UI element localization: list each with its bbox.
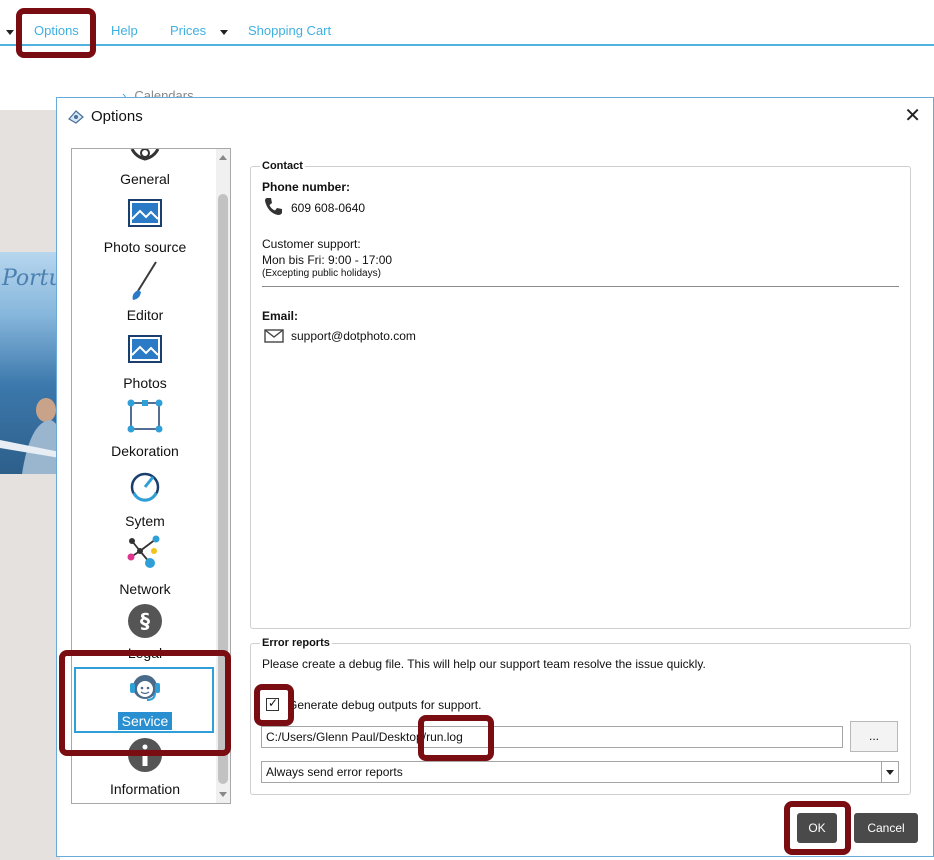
close-icon: ✕ [904,105,921,127]
background-photo: Portu [0,252,63,474]
highlight-options-menu [16,8,96,58]
contact-divider [262,286,899,287]
highlight-service-item [59,650,231,756]
svg-text:§: § [140,609,150,633]
sidebar-label: Editor [126,307,164,323]
support-hours: Mon bis Fri: 9:00 - 17:00 [262,253,393,267]
phone-number: 609 608-0640 [291,201,366,215]
brush-icon [132,261,157,300]
error-reports-description: Please create a debug file. This will he… [262,657,706,671]
highlight-run-log [418,715,494,761]
options-dialog: Options ✕ General Photo source Editor Ph… [56,97,934,857]
sidebar-item-sytem[interactable]: Sytem [72,469,218,531]
contact-group-title: Contact [260,160,305,172]
highlight-checkbox [254,684,294,726]
paragraph-icon: § [128,604,162,638]
sidebar-item-editor[interactable]: Editor [72,261,218,325]
sidebar-label: Dekoration [111,443,179,459]
error-reports-title: Error reports [260,637,332,649]
system-gauge-icon [130,472,160,502]
sidebar-item-general[interactable]: General [72,149,218,189]
debug-file-path-input[interactable]: C:/Users/Glenn Paul/Desktop/run.log [261,726,843,748]
photo-source-icon [128,199,162,227]
sidebar-label: General [120,171,170,187]
close-button[interactable]: ✕ [904,106,921,126]
cancel-button[interactable]: Cancel [854,813,918,843]
app-logo-icon [68,109,84,124]
scroll-down-icon[interactable] [219,792,227,797]
photos-icon [128,335,162,363]
scroll-up-icon[interactable] [219,155,227,160]
menu-shopping-cart[interactable]: Shopping Cart [248,23,331,38]
phone-label: Phone number: [262,180,351,194]
sidebar-label: Network [119,581,171,597]
contact-group [250,166,911,629]
browse-button[interactable]: ... [850,721,898,752]
sidebar-item-dekoration[interactable]: Dekoration [72,399,218,461]
sidebar-label: Sytem [125,513,165,529]
highlight-ok-button [784,801,851,855]
envelope-icon [264,329,284,343]
customer-support-label: Customer support: [262,237,361,251]
network-icon [127,535,160,568]
dialog-title: Options [91,108,143,125]
chevron-down-icon[interactable] [881,762,898,782]
sidebar-label: Information [109,781,181,797]
sidebar-item-network[interactable]: Network [72,535,218,599]
decoration-icon [127,399,163,433]
phone-icon [265,198,282,215]
photo-people-shape [0,398,60,474]
support-hours-note: (Excepting public holidays) [262,268,381,279]
menu-help[interactable]: Help [111,23,138,38]
gear-icon [130,149,160,161]
prices-caret-icon[interactable] [220,30,228,35]
menu-prices[interactable]: Prices [170,23,206,38]
dialog-title-bar: Options [67,108,143,125]
sidebar-label: Photo source [103,239,187,255]
debug-output-label[interactable]: Generate debug outputs for support. [288,698,481,712]
sidebar-label: Photos [123,375,167,391]
error-report-mode-select[interactable]: Always send error reports [261,761,899,783]
top-menu-bar: Options Help Prices Shopping Cart [0,0,934,46]
background-panel [0,110,60,860]
email-address[interactable]: support@dotphoto.com [291,329,416,343]
menu-caret-icon[interactable] [6,30,14,35]
sidebar-item-photos[interactable]: Photos [72,333,218,393]
sidebar-item-photo-source[interactable]: Photo source [72,197,218,257]
email-label: Email: [262,309,299,323]
